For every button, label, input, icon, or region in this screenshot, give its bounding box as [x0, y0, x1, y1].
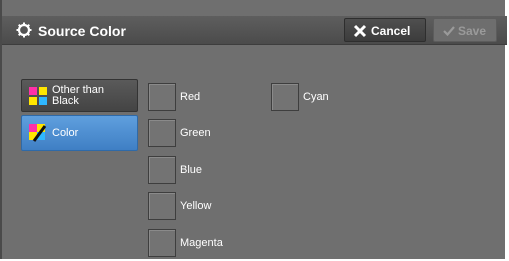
yellow-label: Yellow — [180, 200, 212, 212]
other-than-black-line2: Black — [52, 95, 79, 107]
green-checkbox[interactable] — [148, 119, 176, 147]
cyan-checkbox[interactable] — [271, 83, 299, 111]
page-title: Source Color — [38, 23, 126, 39]
blue-checkbox[interactable] — [148, 156, 176, 184]
check-icon — [443, 26, 455, 37]
magenta-label: Magenta — [180, 237, 223, 249]
other-than-black-button[interactable]: Other than Black — [21, 79, 138, 112]
blue-option[interactable]: Blue — [148, 156, 258, 188]
green-option[interactable]: Green — [148, 119, 258, 151]
magenta-option[interactable]: Magenta — [148, 229, 258, 261]
cyan-label: Cyan — [303, 91, 329, 103]
cyan-option[interactable]: Cyan — [271, 83, 381, 115]
other-than-black-label: Other than Black — [52, 85, 104, 107]
color-pen-icon — [29, 124, 47, 142]
color-label: Color — [52, 127, 79, 139]
cancel-button[interactable]: Cancel — [344, 18, 426, 42]
red-option[interactable]: Red — [148, 83, 258, 115]
source-color-panel: Source Color Cancel Save Other than Blac… — [0, 0, 507, 261]
color-swatch-icon — [29, 87, 47, 105]
color-button[interactable]: Color — [21, 115, 138, 151]
save-label: Save — [458, 24, 487, 38]
yellow-checkbox[interactable] — [148, 192, 176, 220]
red-label: Red — [180, 91, 201, 103]
magenta-checkbox[interactable] — [148, 229, 176, 257]
red-checkbox[interactable] — [148, 83, 176, 111]
blue-label: Blue — [180, 164, 203, 176]
x-icon — [353, 24, 367, 38]
cancel-label: Cancel — [371, 24, 411, 38]
save-button[interactable]: Save — [433, 18, 497, 42]
yellow-option[interactable]: Yellow — [148, 192, 258, 224]
green-label: Green — [180, 127, 211, 139]
gear-icon — [16, 22, 32, 38]
